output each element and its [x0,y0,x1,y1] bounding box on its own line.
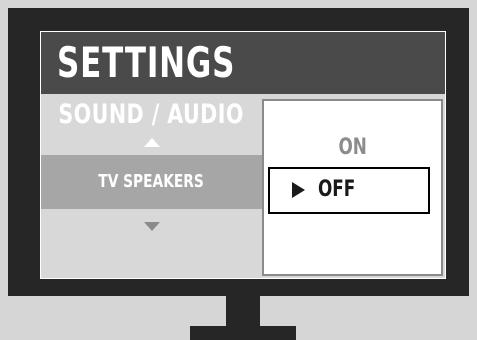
option-off[interactable]: OFF [268,167,430,214]
option-on[interactable]: ON [264,133,441,163]
title-bar: SETTINGS [41,32,445,94]
tv-stand-base [190,326,296,340]
menu-category-label: SOUND / AUDIO [58,99,245,130]
option-off-label: OFF [318,177,356,202]
triangle-up-icon[interactable] [144,138,160,147]
play-pointer-icon [292,182,305,198]
tv-stand-neck [226,296,260,330]
triangle-down-icon[interactable] [144,222,160,231]
option-on-label: ON [338,135,367,160]
options-panel: ON OFF [262,99,443,276]
menu-item-label: TV SPEAKERS [98,171,205,192]
menu-item-tv-speakers[interactable]: TV SPEAKERS [41,155,262,209]
settings-menu: SOUND / AUDIO TV SPEAKERS [41,94,262,278]
menu-category[interactable]: SOUND / AUDIO [41,98,262,132]
page-title: SETTINGS [57,38,236,87]
tv-screen: SETTINGS SOUND / AUDIO TV SPEAKERS ON OF… [40,31,446,279]
